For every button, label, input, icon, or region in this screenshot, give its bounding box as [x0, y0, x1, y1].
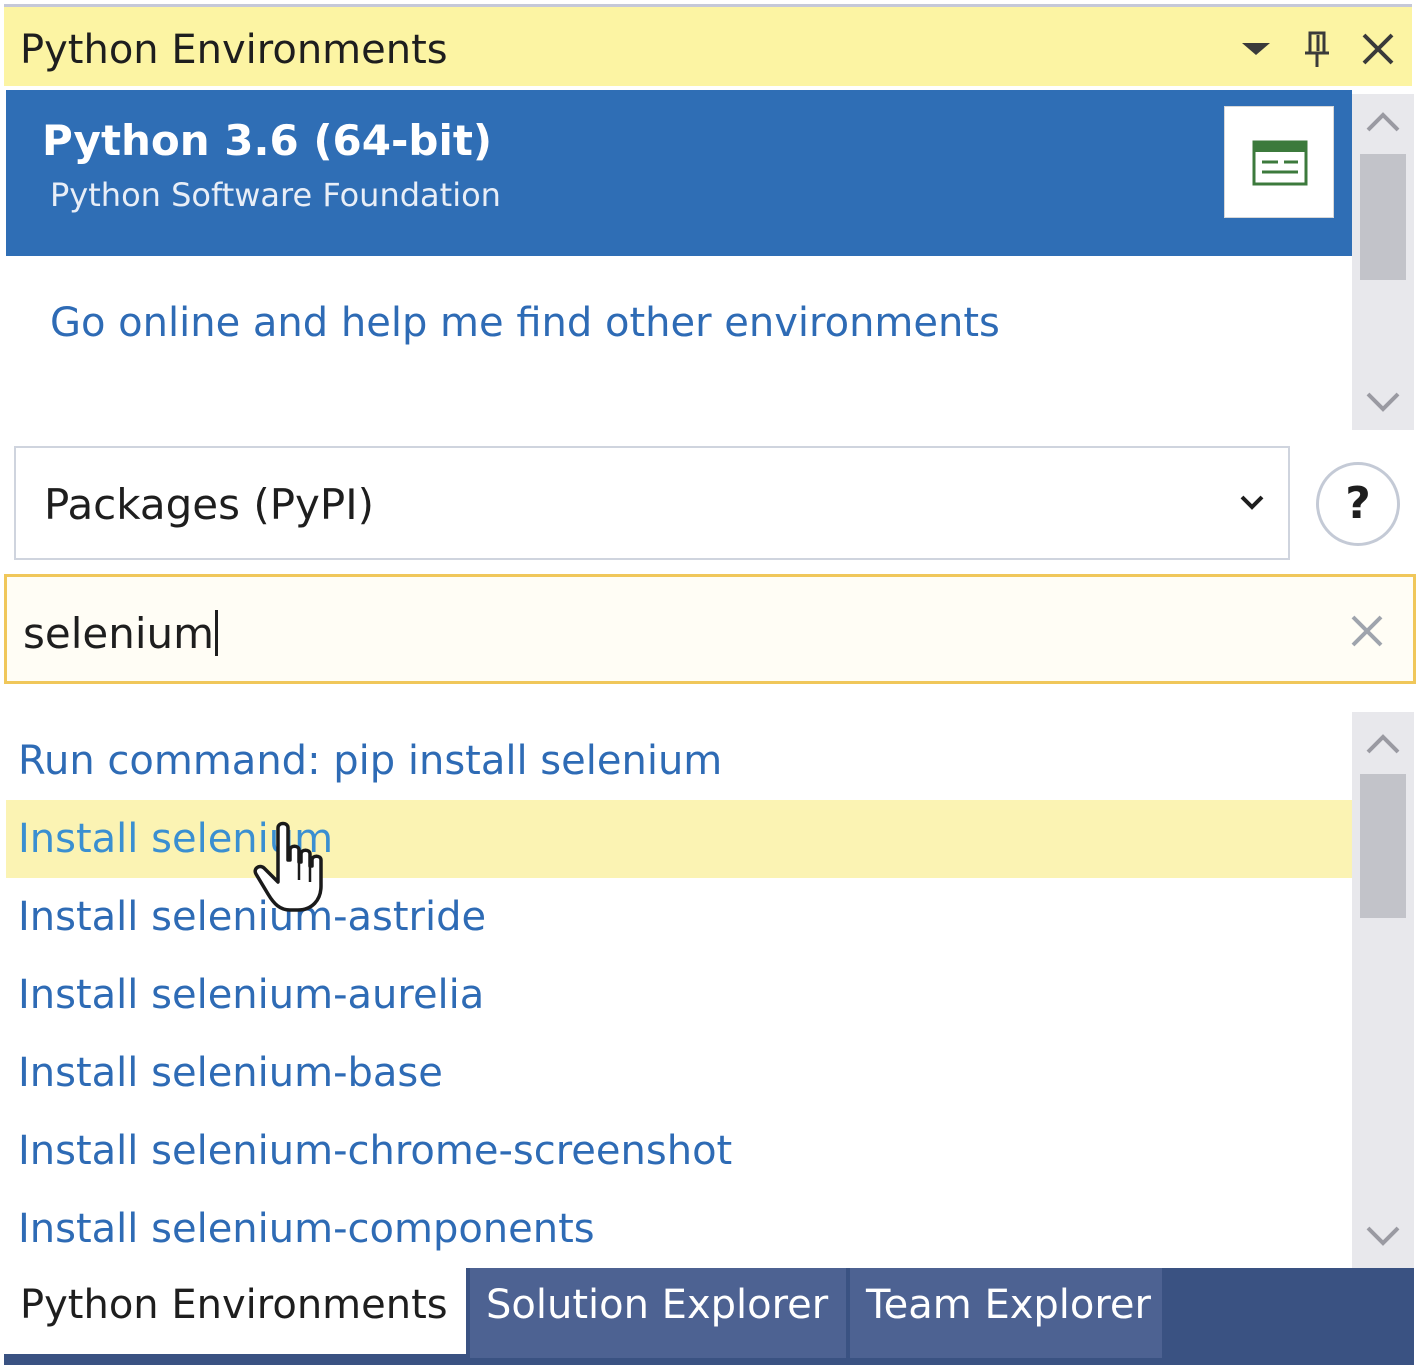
environment-vendor: Python Software Foundation [50, 176, 501, 214]
tab-python-environments[interactable]: Python Environments [4, 1268, 466, 1354]
result-label: Run command: pip install selenium [18, 738, 723, 784]
install-result-item[interactable]: Install selenium-base [6, 1034, 1352, 1112]
tab-team-explorer[interactable]: Team Explorer [850, 1268, 1162, 1360]
result-label: Install selenium-base [18, 1050, 443, 1096]
install-result-item[interactable]: Install selenium-chrome-screenshot [6, 1112, 1352, 1190]
scrollbar-thumb[interactable] [1360, 774, 1406, 918]
hand-cursor-icon [250, 820, 330, 916]
package-source-dropdown[interactable]: Packages (PyPI) [14, 446, 1290, 560]
chevron-up-icon[interactable] [1365, 732, 1401, 756]
result-label: Install selenium-chrome-screenshot [18, 1128, 733, 1174]
help-icon[interactable]: ? [1316, 462, 1400, 546]
package-search-input[interactable]: selenium [4, 574, 1416, 684]
search-query: selenium [23, 609, 219, 658]
tab-label: Python Environments [20, 1282, 448, 1328]
close-icon[interactable] [1360, 29, 1396, 69]
environment-item-selected[interactable]: Python 3.6 (64-bit) Python Software Foun… [6, 90, 1352, 256]
install-result-item[interactable]: Install selenium [6, 800, 1352, 878]
environment-list-scrollbar[interactable] [1352, 94, 1414, 430]
tool-window-tabs: Python Environments Solution Explorer Te… [4, 1268, 1414, 1360]
install-result-item[interactable]: Install selenium-components [6, 1190, 1352, 1268]
title-bar: Python Environments [4, 4, 1412, 86]
text-caret [215, 610, 219, 656]
tab-label: Solution Explorer [486, 1282, 829, 1328]
window-title: Python Environments [20, 27, 448, 73]
environment-overview-button[interactable] [1224, 106, 1334, 218]
install-result-item[interactable]: Install selenium-astride [6, 878, 1352, 956]
python-environments-panel: Python Environments Python 3.6 (64-bit) … [0, 0, 1418, 1365]
bottom-border [4, 1358, 1414, 1365]
package-source-value: Packages (PyPI) [44, 480, 374, 529]
tab-solution-explorer[interactable]: Solution Explorer [470, 1268, 846, 1360]
pin-icon[interactable] [1300, 29, 1336, 69]
search-query-text: selenium [23, 609, 215, 658]
install-result-item[interactable]: Install selenium-aurelia [6, 956, 1352, 1034]
chevron-down-icon[interactable] [1365, 1224, 1401, 1248]
tab-label: Team Explorer [866, 1282, 1151, 1328]
chevron-down-icon[interactable] [1365, 390, 1401, 414]
find-other-environments-link[interactable]: Go online and help me find other environ… [50, 300, 1000, 346]
environment-list: Python 3.6 (64-bit) Python Software Foun… [6, 88, 1352, 430]
run-pip-command-link[interactable]: Run command: pip install selenium [6, 722, 1352, 800]
scrollbar-thumb[interactable] [1360, 154, 1406, 280]
result-label: Install selenium-aurelia [18, 972, 485, 1018]
result-label: Install selenium-components [18, 1206, 595, 1252]
search-results-list: Run command: pip install selenium Instal… [6, 712, 1352, 1268]
results-scrollbar[interactable] [1352, 712, 1414, 1268]
chevron-up-icon[interactable] [1365, 110, 1401, 134]
chevron-down-icon [1236, 486, 1268, 518]
clear-search-icon[interactable] [1347, 611, 1387, 651]
overview-icon [1252, 140, 1308, 186]
environment-name: Python 3.6 (64-bit) [42, 116, 493, 165]
window-menu-dropdown-icon[interactable] [1238, 29, 1274, 69]
